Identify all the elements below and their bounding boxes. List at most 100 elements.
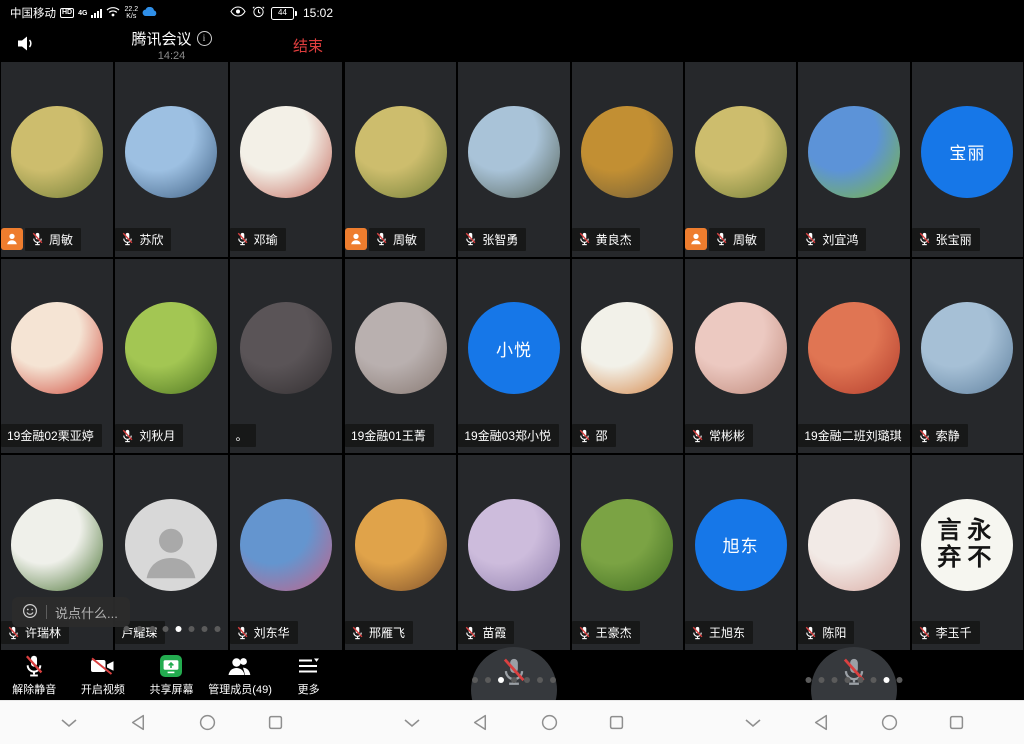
participant-tile[interactable]: 张智勇	[458, 62, 569, 257]
nav-home-button[interactable]	[537, 710, 562, 735]
muted-mic-icon	[464, 626, 477, 640]
nav-home-icon	[199, 714, 216, 731]
participant-avatar	[808, 302, 900, 394]
participant-nameplate: 邵	[572, 424, 616, 447]
participant-nameplate: 刘宜鸿	[798, 228, 866, 251]
nav-recents-button[interactable]	[945, 711, 968, 734]
nav-hide-button[interactable]	[740, 714, 766, 732]
participant-tile[interactable]: 卢耀琛	[115, 455, 227, 650]
participant-tile[interactable]: 索静	[912, 259, 1023, 454]
name-label: 邢雁飞	[345, 621, 413, 644]
participant-tile[interactable]: 常彬彬	[685, 259, 796, 454]
participant-tile[interactable]: 苗霞	[458, 455, 569, 650]
start-video-button[interactable]: 开启视频	[69, 650, 138, 700]
participant-tile[interactable]: 陈阳	[798, 455, 909, 650]
participant-tile[interactable]: 王豪杰	[572, 455, 683, 650]
alarm-icon	[252, 5, 265, 21]
participant-tile[interactable]: 邵	[572, 259, 683, 454]
person-icon	[349, 232, 363, 246]
participant-nameplate: 索静	[912, 424, 968, 447]
participant-tile[interactable]: 苏欣	[115, 62, 227, 257]
muted-mic-icon	[31, 232, 44, 246]
participant-avatar	[355, 302, 447, 394]
participant-tile[interactable]: 旭东王旭东	[685, 455, 796, 650]
participant-tile[interactable]: 19金融二班刘璐琪	[798, 259, 909, 454]
hd-icon: HD	[60, 8, 74, 18]
participant-nameplate: 周敏	[1, 228, 81, 251]
toolbar-label: 共享屏幕	[149, 681, 193, 697]
nav-hide-button[interactable]	[399, 714, 425, 732]
panel-3-bottom-strip	[684, 650, 1024, 700]
name-label: 19金融02栗亚婷	[1, 424, 102, 447]
participant-tile[interactable]: 周敏	[345, 62, 456, 257]
participant-tile[interactable]: 邢雁飞	[345, 455, 456, 650]
muted-mic-icon	[918, 626, 931, 640]
participant-tile[interactable]: 言永弃不李玉千	[912, 455, 1023, 650]
nav-recents-button[interactable]	[264, 711, 287, 734]
chat-input[interactable]: 说点什么...	[12, 597, 130, 627]
nav-hide-button[interactable]	[56, 714, 82, 732]
page-dot	[472, 677, 478, 683]
toolbar-label: 开启视频	[81, 681, 125, 697]
page-dot-active	[498, 677, 504, 683]
info-icon[interactable]: i	[197, 31, 212, 46]
participant-name: 19金融二班刘璐琪	[804, 427, 901, 444]
end-meeting-button[interactable]: 结束	[287, 34, 329, 57]
nav-back-button[interactable]	[126, 710, 151, 735]
nav-back-icon	[813, 714, 830, 731]
share-screen-button[interactable]: 共享屏幕	[137, 650, 206, 700]
nav-group-1	[0, 701, 343, 744]
person-icon	[689, 232, 703, 246]
participant-avatar	[11, 106, 103, 198]
participant-tile[interactable]: 周敏	[1, 62, 113, 257]
nav-back-button[interactable]	[468, 710, 493, 735]
page-dot	[511, 677, 517, 683]
unmute-button[interactable]: 解除静音	[0, 650, 69, 700]
muted-mic-icon	[578, 626, 591, 640]
muted-mic-icon	[236, 232, 249, 246]
participant-name: 刘宜鸿	[822, 231, 858, 248]
nav-recents-button[interactable]	[605, 711, 628, 734]
panel-2-grid: 周敏 张智勇黄良杰 19金融01王菁小悦19金融03郑小悦邵邢雁飞 苗霞王豪杰	[345, 62, 683, 650]
more-button[interactable]: 更多	[274, 650, 343, 700]
participant-name: 邓瑜	[254, 231, 278, 248]
participant-avatar	[581, 302, 673, 394]
participant-tile[interactable]: 19金融01王菁	[345, 259, 456, 454]
clock-time: 15:02	[303, 6, 333, 20]
participant-tile[interactable]: 刘宜鸿	[798, 62, 909, 257]
participant-name: 。	[236, 427, 248, 444]
name-label: 索静	[912, 424, 968, 447]
participant-tile[interactable]: 宝丽张宝丽	[912, 62, 1023, 257]
page-dot	[819, 677, 825, 683]
divider	[46, 605, 47, 619]
nav-recents-icon	[609, 715, 624, 730]
bottom-toolbar: 解除静音 开启视频 共享屏幕管理成员(49)更多	[0, 650, 343, 700]
nav-back-button[interactable]	[809, 710, 834, 735]
initials-avatar: 宝丽	[921, 106, 1013, 198]
participant-tile[interactable]: 刘东华	[230, 455, 342, 650]
name-label: 。	[230, 424, 256, 447]
host-badge	[345, 228, 367, 250]
participant-tile[interactable]: 。	[230, 259, 342, 454]
initials-avatar: 旭东	[695, 499, 787, 591]
participant-avatar	[581, 106, 673, 198]
participant-tile[interactable]: 邓瑜	[230, 62, 342, 257]
participant-avatar	[921, 302, 1013, 394]
nav-home-button[interactable]	[195, 710, 220, 735]
participant-nameplate: 周敏	[345, 228, 425, 251]
name-label: 常彬彬	[685, 424, 753, 447]
participant-tile[interactable]: 小悦19金融03郑小悦	[458, 259, 569, 454]
manage-members-button[interactable]: 管理成员(49)	[206, 650, 275, 700]
chat-placeholder: 说点什么...	[55, 603, 118, 622]
participant-tile[interactable]: 19金融02栗亚婷	[1, 259, 113, 454]
nav-home-button[interactable]	[877, 710, 902, 735]
participant-avatar	[695, 302, 787, 394]
muted-mic-icon	[691, 626, 704, 640]
participant-tile[interactable]: 周敏	[685, 62, 796, 257]
muted-mic-icon	[23, 654, 45, 678]
toolbar-label: 解除静音	[12, 681, 56, 697]
participant-tile[interactable]: 刘秋月	[115, 259, 227, 454]
speaker-icon[interactable]	[16, 34, 37, 58]
participant-tile[interactable]: 黄良杰	[572, 62, 683, 257]
emoji-icon[interactable]	[22, 603, 38, 622]
